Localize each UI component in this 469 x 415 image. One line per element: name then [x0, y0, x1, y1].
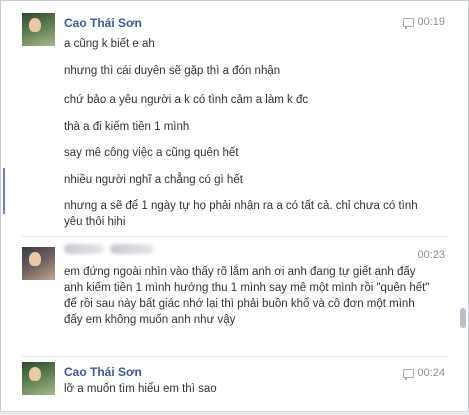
blurred-name	[110, 244, 154, 254]
message-line: thà a đi kiếm tiền 1 mình	[64, 121, 190, 133]
message-line: say mê công việc a cũng quên hết	[64, 147, 239, 159]
unread-indicator	[3, 168, 5, 214]
message-time: 00:23	[417, 249, 445, 261]
timestamp: 00:19	[417, 16, 445, 28]
message-time: 00:24	[403, 367, 445, 380]
scrollbar-thumb[interactable]	[460, 308, 466, 328]
message-line: chứ bảo a yêu người a k có tình cảm a là…	[64, 94, 309, 106]
chat-icon	[403, 17, 415, 29]
message-line: nhưng a sẽ để 1 ngày tự họ phải nhận ra …	[64, 200, 418, 228]
message-line: lỡ a muốn tìm hiểu em thì sao	[64, 383, 217, 395]
message-line: nhưng thì cái duyên sẽ gặp thì a đón nhậ…	[64, 65, 281, 77]
blurred-name	[64, 244, 104, 254]
message-text: em đứng ngoài nhìn vào thấy rõ lắm anh ơ…	[64, 266, 430, 326]
timestamp: 00:23	[417, 249, 445, 261]
message-line: nhiều người nghĩ a chẳng có gì hết	[64, 174, 243, 186]
divider	[22, 356, 449, 357]
sender-name[interactable]: Cao Thái Sơn	[64, 16, 142, 30]
avatar[interactable]	[22, 247, 55, 280]
avatar[interactable]	[22, 362, 55, 395]
divider	[22, 236, 449, 237]
bottom-border	[0, 411, 469, 415]
chat-icon	[403, 368, 415, 380]
sender-name[interactable]: Cao Thái Sơn	[64, 365, 142, 379]
timestamp: 00:24	[417, 367, 445, 379]
avatar[interactable]	[22, 13, 55, 46]
message-line: a cũng k biết e ah	[64, 38, 155, 50]
message-time: 00:19	[403, 16, 445, 29]
